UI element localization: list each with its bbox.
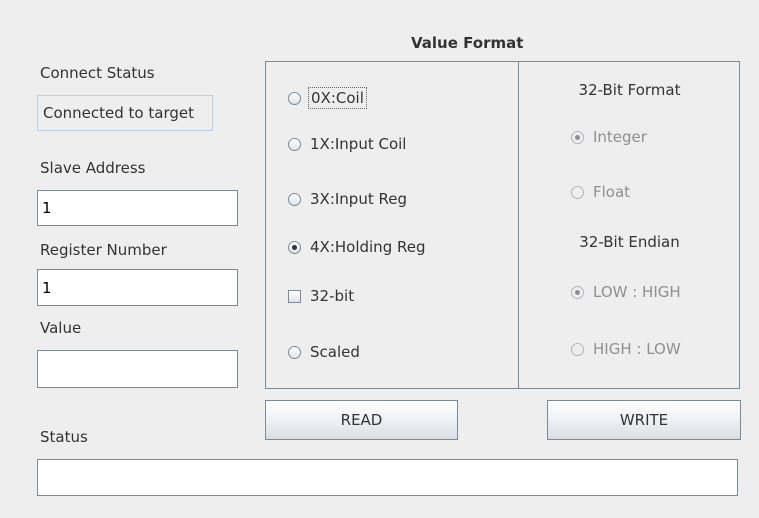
value-input[interactable]	[37, 350, 238, 388]
endian-title: 32-Bit Endian	[579, 233, 680, 251]
radio-float-icon[interactable]	[571, 185, 584, 199]
radio-float[interactable]: Float	[571, 183, 630, 201]
radio-high-low-icon[interactable]	[571, 342, 584, 356]
radio-float-label: Float	[593, 183, 631, 201]
connect-status-readout: Connected to target	[37, 95, 213, 131]
write-button[interactable]: WRITE	[547, 400, 741, 440]
connect-status-label: Connect Status	[40, 64, 155, 82]
radio-scaled-icon[interactable]	[288, 345, 301, 359]
checkbox-32bit-icon[interactable]	[288, 289, 301, 303]
slave-address-input[interactable]	[37, 190, 238, 226]
radio-coil[interactable]: 0X:Coil	[288, 87, 367, 109]
register-number-label: Register Number	[40, 241, 167, 259]
radio-coil-icon[interactable]	[288, 91, 301, 105]
radio-holding-reg-label: 4X:Holding Reg	[310, 238, 426, 256]
radio-integer-icon[interactable]	[571, 130, 584, 144]
radio-coil-label: 0X:Coil	[308, 87, 367, 109]
value-label: Value	[40, 319, 82, 337]
format32-title: 32-Bit Format	[578, 81, 681, 99]
register-number-input[interactable]	[37, 269, 238, 306]
radio-scaled[interactable]: Scaled	[288, 343, 360, 361]
radio-input-coil-label: 1X:Input Coil	[310, 135, 407, 153]
panel-divider	[518, 61, 519, 389]
radio-holding-reg-icon[interactable]	[288, 240, 301, 254]
radio-integer[interactable]: Integer	[571, 128, 647, 146]
radio-input-reg-label: 3X:Input Reg	[310, 190, 407, 208]
radio-input-reg[interactable]: 3X:Input Reg	[288, 190, 407, 208]
radio-high-low-label: HIGH : LOW	[593, 340, 681, 358]
radio-input-coil[interactable]: 1X:Input Coil	[288, 135, 406, 153]
radio-input-coil-icon[interactable]	[288, 137, 301, 151]
slave-address-label: Slave Address	[40, 159, 146, 177]
radio-integer-label: Integer	[593, 128, 647, 146]
checkbox-32bit-label: 32-bit	[310, 287, 355, 305]
status-label: Status	[40, 428, 88, 446]
radio-low-high-icon[interactable]	[571, 285, 584, 299]
value-format-title: Value Format	[411, 34, 524, 52]
radio-input-reg-icon[interactable]	[288, 192, 301, 206]
checkbox-32bit[interactable]: 32-bit	[288, 287, 354, 305]
radio-low-high-label: LOW : HIGH	[593, 283, 681, 301]
radio-scaled-label: Scaled	[310, 343, 360, 361]
status-field[interactable]	[37, 459, 738, 496]
radio-high-low[interactable]: HIGH : LOW	[571, 340, 681, 358]
read-button[interactable]: READ	[265, 400, 458, 440]
radio-holding-reg[interactable]: 4X:Holding Reg	[288, 238, 425, 256]
radio-low-high[interactable]: LOW : HIGH	[571, 283, 681, 301]
